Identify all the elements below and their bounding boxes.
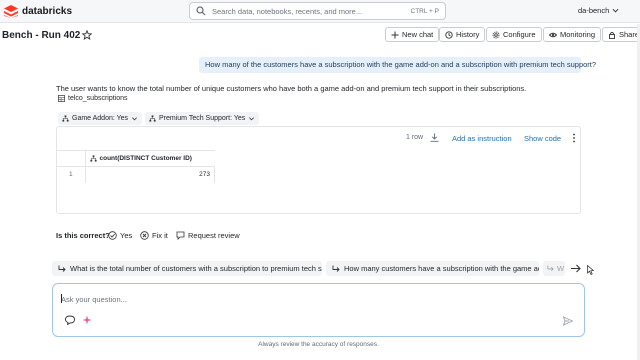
title-bar: Bench - Run 402 New chat History Configu… xyxy=(0,24,640,48)
history-label: History xyxy=(456,30,480,39)
table-header-row: count(DISTINCT Customer ID) xyxy=(57,150,215,167)
assistant-answer: The user wants to know the total number … xyxy=(56,84,527,93)
x-circle-icon xyxy=(140,230,149,240)
databricks-logo[interactable]: databricks xyxy=(4,4,72,19)
feedback-yes-button[interactable]: Yes xyxy=(108,229,132,241)
eye-icon xyxy=(549,32,557,37)
hierarchy-icon xyxy=(89,155,97,162)
column-header-label: count(DISTINCT Customer ID) xyxy=(99,155,192,162)
new-chat-button[interactable]: New chat xyxy=(385,27,440,42)
search-shortcut: CTRL + P xyxy=(410,7,439,15)
question-input[interactable] xyxy=(61,293,541,305)
arrow-turn-icon xyxy=(547,265,554,271)
user-name: da-bench xyxy=(578,6,610,15)
hierarchy-icon xyxy=(149,115,156,122)
question-composer xyxy=(52,283,585,337)
text-caret xyxy=(61,294,62,303)
configure-button[interactable]: Configure xyxy=(486,27,542,42)
row-index: 1 xyxy=(57,166,86,183)
gear-icon xyxy=(492,31,500,38)
filter-chip-label: Premium Tech Support: Yes xyxy=(159,115,246,122)
table-reference-label: telco_subscriptions xyxy=(68,95,128,102)
history-button[interactable]: History xyxy=(439,27,486,42)
filter-chip-game-addon[interactable]: Game Addon: Yes xyxy=(58,112,143,125)
suggestion-chip[interactable]: What is the total number of customers wi… xyxy=(52,261,322,276)
sparkle-icon[interactable] xyxy=(82,315,92,325)
check-circle-icon xyxy=(108,230,117,240)
chevron-down-icon xyxy=(132,117,138,121)
page-title: Bench - Run 402 xyxy=(2,30,81,41)
row-value[interactable]: 273 xyxy=(85,166,215,183)
plus-icon xyxy=(391,31,399,38)
search-icon xyxy=(196,6,206,16)
column-header[interactable]: count(DISTINCT Customer ID) xyxy=(85,150,215,167)
arrow-turn-icon xyxy=(58,265,66,272)
monitoring-label: Monitoring xyxy=(560,30,596,39)
disclaimer-text: Always review the accuracy of responses. xyxy=(258,341,379,348)
more-options-icon[interactable] xyxy=(572,133,576,143)
mouse-cursor-icon xyxy=(587,265,594,275)
monitoring-button[interactable]: Monitoring xyxy=(543,27,602,42)
suggestion-chip[interactable]: How many customers have a subscription w… xyxy=(326,261,539,276)
download-icon[interactable] xyxy=(430,133,439,142)
chevron-down-icon xyxy=(612,8,619,13)
result-table: count(DISTINCT Customer ID) 1 273 xyxy=(57,150,215,183)
add-as-instruction-link[interactable]: Add as instruction xyxy=(452,134,512,143)
top-bar: databricks Search data, notebooks, recen… xyxy=(0,0,640,23)
result-toolbar: 1 row Add as instruction Show code xyxy=(57,127,580,149)
request-review-label: Request review xyxy=(188,230,240,240)
share-label: Share xyxy=(619,30,640,39)
table-icon xyxy=(58,95,65,102)
suggestion-label: How many customers have a subscription w… xyxy=(344,264,539,273)
result-card: 1 row Add as instruction Show code count… xyxy=(56,126,581,214)
show-code-link[interactable]: Show code xyxy=(524,134,561,143)
feedback-fix-button[interactable]: Fix it xyxy=(140,229,168,241)
databricks-logo-icon xyxy=(4,5,18,18)
lock-icon xyxy=(609,31,615,39)
new-chat-label: New chat xyxy=(402,30,434,39)
table-row: 1 273 xyxy=(57,166,215,183)
chevron-down-icon xyxy=(249,117,255,121)
feedback-fix-label: Fix it xyxy=(152,230,168,240)
brand-name: databricks xyxy=(22,6,73,17)
share-button[interactable]: Share xyxy=(602,27,640,42)
speech-bubble-icon xyxy=(176,231,185,240)
request-review-button[interactable]: Request review xyxy=(176,229,240,241)
table-reference[interactable]: telco_subscriptions xyxy=(58,95,128,102)
feedback-yes-label: Yes xyxy=(120,230,133,240)
user-menu[interactable]: da-bench xyxy=(578,6,619,15)
hierarchy-icon xyxy=(62,115,69,122)
search-placeholder: Search data, notebooks, recents, and mor… xyxy=(212,6,363,16)
row-count: 1 row xyxy=(406,134,424,141)
user-message: How many of the customers have a subscri… xyxy=(199,57,596,73)
configure-label: Configure xyxy=(503,30,536,39)
suggestion-label: W xyxy=(557,264,565,273)
filter-chip-premium-tech-support[interactable]: Premium Tech Support: Yes xyxy=(145,112,260,125)
suggestion-label: What is the total number of customers wi… xyxy=(70,264,322,273)
star-icon[interactable] xyxy=(82,30,92,40)
suggestion-chip[interactable]: W xyxy=(543,261,565,276)
filter-chip-label: Game Addon: Yes xyxy=(72,115,129,122)
send-icon[interactable] xyxy=(563,316,573,326)
feedback-label: Is this correct? xyxy=(56,231,110,240)
history-icon xyxy=(445,30,453,39)
arrow-right-icon[interactable] xyxy=(570,263,581,274)
arrow-turn-icon xyxy=(332,265,340,272)
index-header xyxy=(57,150,86,167)
chat-bubble-icon[interactable] xyxy=(65,315,75,325)
global-search[interactable]: Search data, notebooks, recents, and mor… xyxy=(189,2,446,20)
